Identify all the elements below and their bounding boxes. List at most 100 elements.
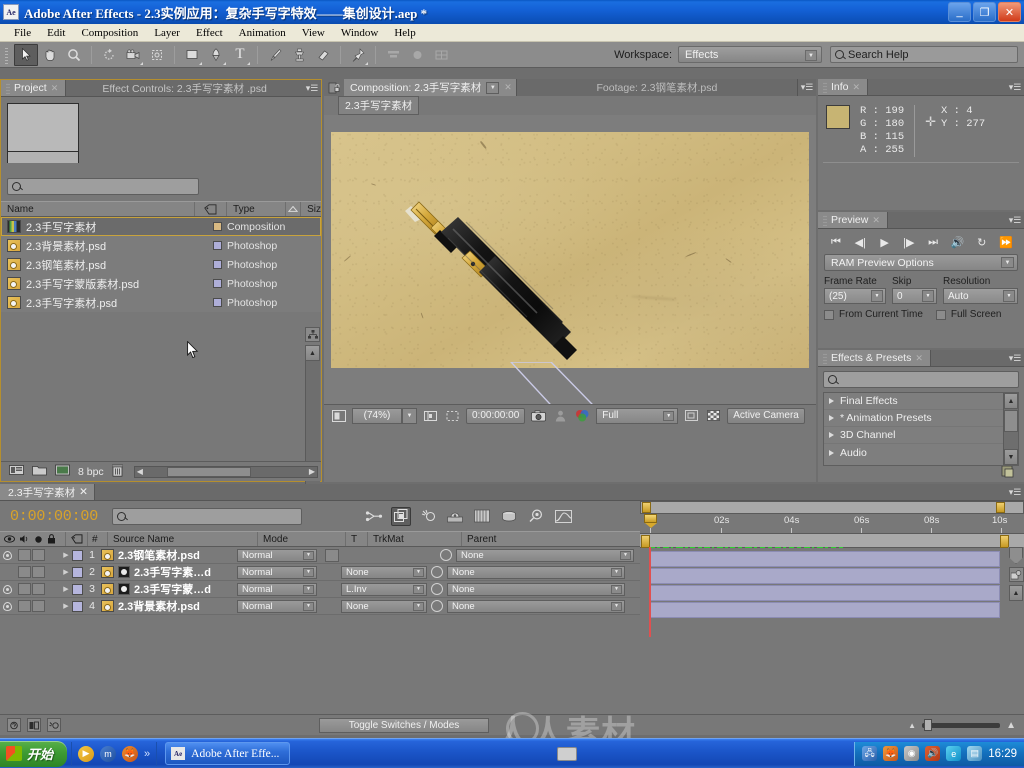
lock-toggle[interactable] bbox=[46, 600, 59, 612]
audio-toggle[interactable] bbox=[18, 549, 31, 561]
composition-canvas[interactable] bbox=[331, 132, 809, 368]
comp-marker-icon[interactable] bbox=[1009, 547, 1023, 564]
effects-category-row[interactable]: 3D Channel bbox=[824, 427, 1018, 444]
zoom-out-icon[interactable]: ▲ bbox=[908, 721, 916, 730]
new-folder-icon[interactable] bbox=[32, 464, 47, 479]
zoom-tool-icon[interactable] bbox=[62, 44, 86, 66]
project-item-row[interactable]: 2.3手写字素材.psd Photoshop bbox=[1, 293, 321, 312]
menu-edit[interactable]: Edit bbox=[39, 26, 73, 40]
always-preview-icon[interactable] bbox=[330, 408, 347, 424]
effects-category-row[interactable]: Audio bbox=[824, 444, 1018, 461]
first-frame-button[interactable]: ⏮ bbox=[826, 236, 846, 249]
layer-visibility-toggle[interactable] bbox=[0, 601, 14, 611]
bit-depth-label[interactable]: 8 bpc bbox=[78, 466, 104, 478]
current-time-indicator[interactable] bbox=[644, 514, 657, 528]
tab-footage[interactable]: Footage: 2.3钢笔素材.psd bbox=[516, 79, 798, 96]
zoom-in-icon[interactable]: ▲ bbox=[1006, 720, 1016, 731]
chevron-down-icon[interactable]: ▼ bbox=[303, 601, 314, 611]
timeline-time-bar[interactable] bbox=[640, 533, 1024, 548]
menu-view[interactable]: View bbox=[294, 26, 333, 40]
last-frame-button[interactable]: ⏭ bbox=[923, 236, 943, 249]
delete-icon[interactable] bbox=[111, 464, 124, 480]
label-color-swatch[interactable] bbox=[213, 298, 222, 307]
pen-tool-icon[interactable] bbox=[204, 44, 228, 66]
tab-timeline-comp[interactable]: 2.3手写字素材 ✕ bbox=[0, 484, 95, 500]
network-icon[interactable]: 🖧 bbox=[862, 746, 878, 761]
work-area-end-handle[interactable] bbox=[996, 502, 1005, 513]
menu-animation[interactable]: Animation bbox=[231, 26, 294, 40]
menu-file[interactable]: File bbox=[6, 26, 39, 40]
toolbar-grip[interactable] bbox=[3, 45, 11, 64]
solo-toggle[interactable] bbox=[32, 566, 45, 578]
column-type[interactable]: Type bbox=[227, 202, 286, 216]
current-time-display[interactable]: 0:00:00:00 bbox=[466, 407, 526, 424]
layer-parent-select[interactable]: None ▼ bbox=[456, 548, 634, 562]
expand-arrow-icon[interactable]: ▶ bbox=[60, 602, 72, 610]
firefox-icon[interactable]: 🦊 bbox=[122, 745, 139, 762]
chevron-down-icon[interactable]: ▼ bbox=[402, 407, 417, 424]
chevron-down-icon[interactable]: ▼ bbox=[413, 601, 424, 611]
puppet-pin-tool-icon[interactable] bbox=[346, 44, 370, 66]
chevron-right-icon[interactable] bbox=[829, 415, 834, 421]
parent-pickwhip-icon[interactable] bbox=[431, 600, 443, 612]
layer-blend-mode-select[interactable]: Normal ▼ bbox=[237, 565, 317, 579]
new-animation-preset-icon[interactable] bbox=[1001, 465, 1015, 483]
layer-label-color[interactable] bbox=[72, 549, 83, 561]
trkmat-header[interactable]: TrkMat bbox=[368, 532, 462, 546]
menu-composition[interactable]: Composition bbox=[73, 26, 146, 40]
brush-tool-icon[interactable] bbox=[263, 44, 287, 66]
layer-visibility-toggle[interactable] bbox=[0, 550, 14, 560]
grid-tool-icon[interactable] bbox=[429, 44, 453, 66]
layer-visibility-toggle[interactable] bbox=[0, 584, 14, 594]
taskbar-clock[interactable]: 16:29 bbox=[988, 748, 1017, 760]
effects-category-row[interactable]: * Animation Presets bbox=[824, 410, 1018, 427]
align-tool-icon[interactable] bbox=[381, 44, 405, 66]
brainstorm-icon[interactable] bbox=[445, 507, 465, 526]
channel-rgb-icon[interactable] bbox=[574, 408, 591, 424]
maximize-button[interactable]: ❐ bbox=[973, 2, 996, 22]
scroll-left-icon[interactable]: ◀ bbox=[135, 467, 145, 476]
previous-frame-button[interactable]: ◀| bbox=[850, 236, 870, 249]
auto-keyframe-icon[interactable] bbox=[526, 507, 546, 526]
maxthon-icon[interactable]: m bbox=[100, 745, 117, 762]
eraser-tool-icon[interactable] bbox=[311, 44, 335, 66]
close-icon[interactable]: ✕ bbox=[79, 486, 88, 498]
scroll-thumb[interactable] bbox=[166, 466, 251, 477]
layer-trkmat-select[interactable]: None ▼ bbox=[341, 565, 427, 579]
timeline-zoom-slider[interactable] bbox=[922, 718, 1001, 731]
expand-arrow-icon[interactable]: ▶ bbox=[60, 568, 72, 576]
tab-project[interactable]: Project ✕ bbox=[1, 80, 67, 96]
chevron-down-icon[interactable]: ▼ bbox=[486, 81, 500, 94]
new-comp-icon[interactable] bbox=[9, 464, 24, 479]
label-color-swatch[interactable] bbox=[213, 260, 222, 269]
menu-help[interactable]: Help bbox=[386, 26, 423, 40]
camera-tool-icon[interactable] bbox=[121, 44, 145, 66]
chevron-down-icon[interactable]: ▼ bbox=[1001, 257, 1014, 268]
hierarchy-icon[interactable] bbox=[305, 327, 320, 342]
timeline-right-scroll[interactable]: ▲ bbox=[1008, 547, 1024, 642]
disk-cache-icon[interactable] bbox=[499, 507, 519, 526]
preserve-transparency-toggle[interactable] bbox=[325, 548, 339, 562]
graph-editor-icon[interactable] bbox=[472, 507, 492, 526]
scroll-up-button[interactable]: ▲ bbox=[1009, 585, 1023, 601]
project-horizontal-scrollbar[interactable]: ◀ ▶ bbox=[133, 465, 318, 478]
project-item-row[interactable]: 2.3手写字素材 Composition bbox=[1, 217, 321, 236]
layer-duration-bar[interactable] bbox=[650, 568, 1000, 584]
close-icon[interactable]: ✕ bbox=[504, 82, 512, 93]
media-player-icon[interactable]: ▶ bbox=[78, 745, 95, 762]
grid-guides-icon[interactable] bbox=[422, 408, 439, 424]
source-name-header[interactable]: Source Name bbox=[108, 532, 258, 546]
parent-pickwhip-icon[interactable] bbox=[431, 583, 443, 595]
layer-label-color[interactable] bbox=[72, 600, 83, 612]
chevron-down-icon[interactable]: ▼ bbox=[611, 567, 622, 577]
label-color-icon[interactable] bbox=[195, 202, 228, 216]
pan-behind-tool-icon[interactable] bbox=[145, 44, 169, 66]
audio-toggle[interactable] bbox=[18, 583, 31, 595]
lock-toggle[interactable] bbox=[46, 583, 59, 595]
chevron-down-icon[interactable]: ▼ bbox=[303, 584, 314, 594]
close-icon[interactable]: ✕ bbox=[915, 353, 923, 364]
project-search-input[interactable] bbox=[7, 177, 199, 195]
layer-parent-select[interactable]: None ▼ bbox=[447, 582, 625, 596]
work-area-start-handle[interactable] bbox=[642, 502, 651, 513]
tab-effects-presets[interactable]: Effects & Presets ✕ bbox=[818, 350, 931, 366]
